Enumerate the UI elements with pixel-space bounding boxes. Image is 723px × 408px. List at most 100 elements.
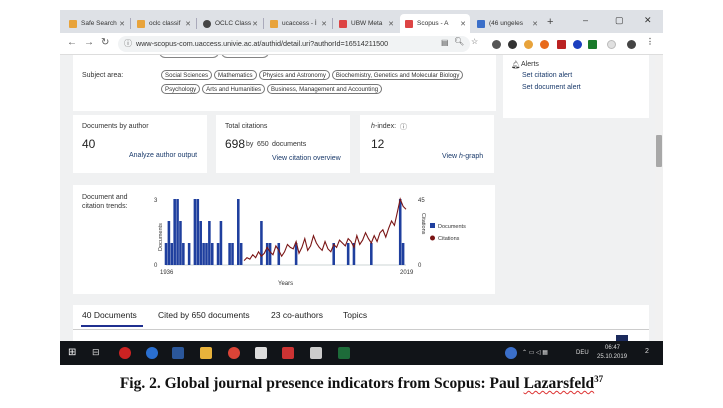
word-icon[interactable]: [172, 347, 184, 359]
tab-divider: [130, 18, 131, 29]
tab-close-icon[interactable]: ✕: [388, 20, 394, 28]
extension-icon[interactable]: [492, 40, 501, 49]
citing-docs-count: 650: [257, 141, 269, 148]
tray-icons[interactable]: ⌃ ▭ ◁ ▦: [522, 349, 548, 356]
app-icon[interactable]: [282, 347, 294, 359]
extension-icon[interactable]: [573, 40, 582, 49]
tab-cited-by[interactable]: Cited by 650 documents: [158, 310, 250, 320]
tab-close-icon[interactable]: ✕: [119, 20, 125, 28]
x-axis-label: Years: [278, 281, 293, 287]
bookmark-star-icon[interactable]: ☆: [471, 37, 478, 46]
browser-tab-3[interactable]: ucaccess - İ ✕: [265, 14, 331, 33]
subject-chip-biochemistry[interactable]: Biochemistry, Genetics and Molecular Bio…: [331, 70, 464, 80]
set-citation-alert-link[interactable]: Set citation alert: [522, 72, 572, 79]
extension-icon[interactable]: [607, 40, 616, 49]
tab-close-icon[interactable]: ✕: [185, 20, 191, 28]
y-axis-label-left: Documents: [158, 223, 164, 251]
tab-favicon-icon: [203, 19, 211, 28]
task-view-icon[interactable]: ⊟: [92, 347, 100, 358]
excel-icon[interactable]: [338, 347, 350, 359]
bell-icon: 🔔︎: [511, 60, 521, 69]
documents-bar: [187, 243, 191, 265]
left-tick-label: 0: [154, 263, 158, 269]
tab-close-icon[interactable]: ✕: [252, 20, 258, 28]
right-tick-label: 0: [418, 263, 422, 269]
back-arrow-icon[interactable]: ←: [67, 37, 77, 48]
documents-bar: [231, 243, 234, 265]
subject-chip-row-2: Psychology Arts and Humanities Business,…: [161, 84, 384, 94]
caption-superscript: 37: [594, 374, 604, 384]
view-citation-overview-link[interactable]: View citation overview: [272, 155, 341, 162]
translate-icon[interactable]: ▤: [441, 38, 449, 47]
legend-documents-swatch: [430, 223, 435, 228]
browser-tab-5-active[interactable]: Scopus - A ✕: [400, 14, 470, 33]
subject-chip-arts[interactable]: Arts and Humanities: [202, 84, 266, 94]
documents-bar: [398, 199, 402, 265]
browser-tab-2[interactable]: OCLC Class ✕: [198, 14, 262, 33]
windows-start-icon[interactable]: ⊞: [68, 347, 76, 358]
clock-date[interactable]: 25.10.2019: [597, 354, 627, 360]
left-tick-label: 3: [154, 198, 158, 204]
tab-close-icon[interactable]: ✕: [460, 20, 466, 28]
store-icon[interactable]: [310, 347, 322, 359]
tab-label: (46 ungeles: [489, 20, 523, 27]
browser-tab-1[interactable]: oclc classif ✕: [132, 14, 195, 33]
subject-chip-psychology[interactable]: Psychology: [161, 84, 201, 94]
tab-divider: [196, 18, 197, 29]
tab-co-authors[interactable]: 23 co-authors: [271, 310, 323, 320]
analyze-author-output-link[interactable]: Analyze author output: [129, 152, 197, 159]
tab-documents[interactable]: 40 Documents: [82, 310, 137, 320]
view-h-graph-link[interactable]: View h-graph: [442, 153, 483, 160]
subject-chip-mathematics[interactable]: Mathematics: [214, 70, 257, 80]
checkmark-extension-icon[interactable]: [588, 40, 597, 49]
documents-bar: [346, 243, 350, 265]
extension-icon[interactable]: [524, 40, 533, 49]
tab-topics[interactable]: Topics: [343, 310, 367, 320]
documents-bar: [202, 243, 205, 265]
reload-icon[interactable]: ↻: [101, 37, 109, 48]
extension-icon[interactable]: [508, 40, 517, 49]
help-icon[interactable]: [505, 347, 517, 359]
documents-bar: [228, 243, 231, 265]
close-window-button[interactable]: ✕: [644, 15, 652, 26]
scrollbar-thumb[interactable]: [656, 135, 662, 167]
info-icon[interactable]: ⓘ: [400, 122, 407, 132]
menu-kebab-icon[interactable]: ⋮: [646, 37, 654, 46]
notification-count[interactable]: 2: [645, 348, 649, 355]
pdf-extension-icon[interactable]: [557, 40, 566, 49]
subject-area-label: Subject area:: [82, 72, 124, 79]
y-axis-label-right: Citations: [420, 213, 426, 235]
subject-chip-social-sciences[interactable]: Social Sciences: [161, 70, 213, 80]
set-document-alert-link[interactable]: Set document alert: [522, 84, 581, 91]
right-tick-label: 45: [418, 198, 425, 204]
site-info-icon[interactable]: ⓘ: [124, 36, 132, 52]
input-language[interactable]: DEU: [576, 350, 589, 356]
url-field[interactable]: ⓘ www-scopus-com.uaccess.univie.ac.at/au…: [118, 36, 470, 52]
subject-chip-business[interactable]: Business, Management and Accounting: [267, 84, 383, 94]
tab-close-icon[interactable]: ✕: [321, 20, 327, 28]
browser-tab-6[interactable]: (46 ungeles ✕: [472, 14, 542, 33]
tab-favicon-icon: [137, 19, 145, 28]
new-tab-button[interactable]: +: [547, 16, 553, 28]
minimize-button[interactable]: –: [583, 15, 588, 25]
documents-bar: [208, 221, 211, 265]
subject-chip-clipped[interactable]: [221, 55, 269, 58]
alerts-title: Alerts: [521, 61, 539, 68]
clock-time[interactable]: 06:47: [605, 345, 620, 351]
subject-chip-physics[interactable]: Physics and Astronomy: [258, 70, 330, 80]
page-scrollbar[interactable]: [655, 55, 663, 341]
restore-button[interactable]: ▢: [615, 15, 624, 26]
browser-tab-0[interactable]: Safe Search ✕: [64, 14, 129, 33]
extension-icon[interactable]: [540, 40, 549, 49]
mail-icon[interactable]: [255, 347, 267, 359]
subject-chip-clipped[interactable]: [159, 55, 219, 58]
tab-close-icon[interactable]: ✕: [532, 20, 538, 28]
file-explorer-icon[interactable]: [200, 347, 212, 359]
profile-avatar-icon[interactable]: [627, 40, 636, 49]
edge-icon[interactable]: [146, 347, 158, 359]
chrome-icon[interactable]: [228, 347, 240, 359]
forward-arrow-icon[interactable]: →: [84, 37, 94, 48]
browser-tab-4[interactable]: UBW Meta ✕: [334, 14, 398, 33]
app-icon[interactable]: [119, 347, 131, 359]
zoom-icon[interactable]: 🔍︎: [454, 37, 464, 46]
